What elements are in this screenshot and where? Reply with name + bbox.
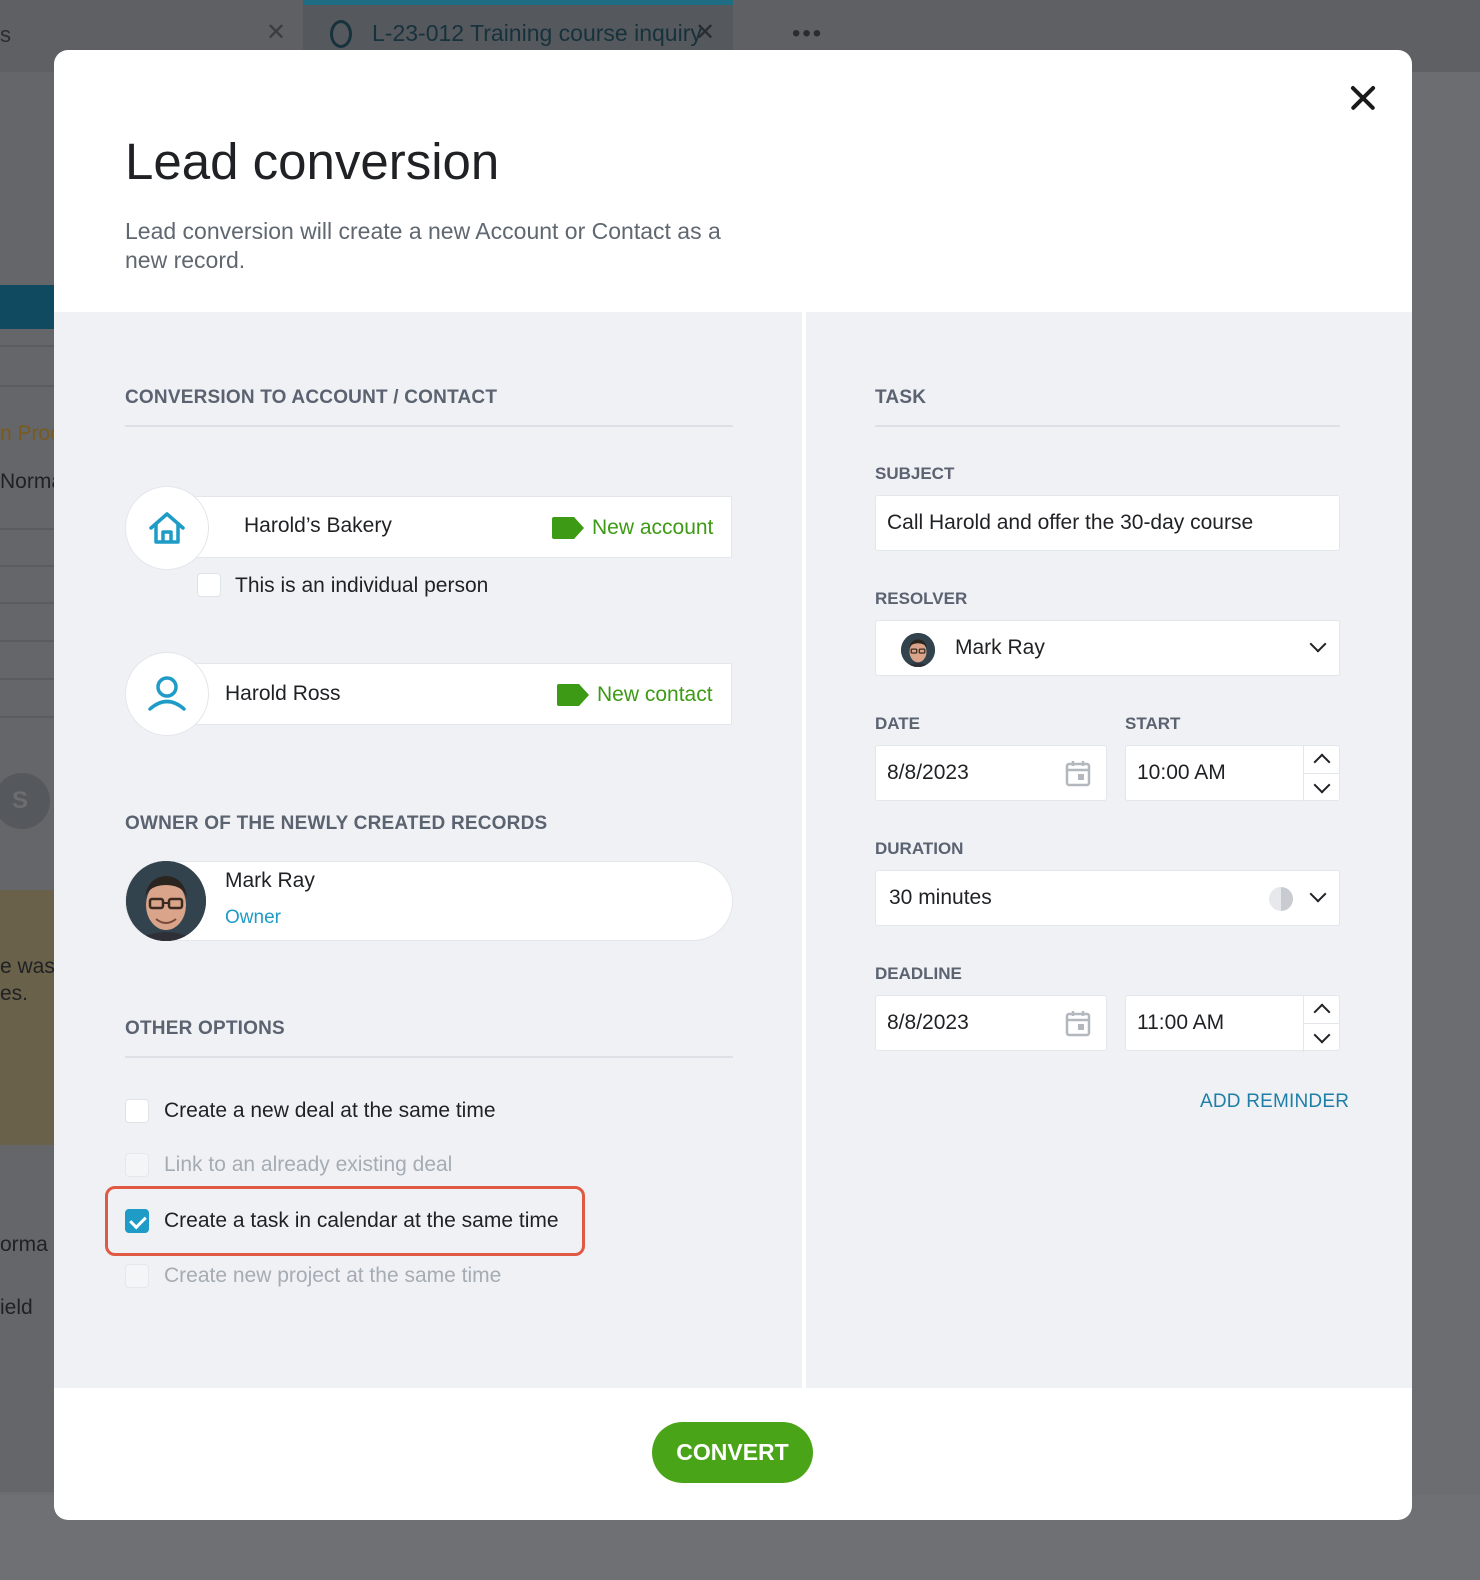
chevron-down-icon[interactable] (1313, 1026, 1331, 1044)
avatar-photo (126, 861, 206, 941)
chevron-up-icon[interactable] (1313, 753, 1331, 771)
background-note (0, 890, 56, 1145)
new-deal-label[interactable]: Create a new deal at the same time (164, 1099, 496, 1123)
new-project-label: Create new project at the same time (164, 1264, 502, 1287)
background-divider (0, 528, 56, 530)
task-section-title: TASK (875, 387, 927, 408)
chevron-down-icon (1309, 635, 1327, 653)
avatar-photo (901, 633, 935, 667)
duration-select[interactable]: 30 minutes (875, 870, 1340, 926)
home-icon (149, 512, 185, 544)
add-reminder-link[interactable]: ADD REMINDER (1200, 1091, 1349, 1113)
subject-input[interactable]: Call Harold and offer the 30-day course (875, 495, 1340, 551)
chevron-down-icon (1309, 885, 1327, 903)
resolver-avatar (901, 633, 935, 667)
date-value: 8/8/2023 (887, 761, 969, 784)
new-deal-checkbox[interactable] (125, 1099, 149, 1123)
new-project-checkbox (125, 1264, 149, 1288)
tab-close-icon[interactable]: ✕ (695, 18, 715, 47)
section-divider (125, 1056, 733, 1058)
account-name: Harold’s Bakery (244, 514, 392, 537)
deadline-time-input[interactable]: 11:00 AM (1125, 995, 1340, 1052)
create-task-label[interactable]: Create a task in calendar at the same ti… (164, 1209, 559, 1233)
existing-deal-checkbox (125, 1153, 149, 1177)
owner-avatar (126, 861, 206, 941)
background-divider (0, 565, 56, 567)
resolver-select[interactable]: Mark Ray (875, 620, 1340, 676)
individual-person-label[interactable]: This is an individual person (235, 574, 488, 598)
background-divider (0, 345, 56, 347)
resolver-value: Mark Ray (955, 636, 1045, 659)
new-account-badge: New account (592, 516, 714, 539)
start-time-value: 10:00 AM (1137, 761, 1226, 784)
background-fragment: n Proc (0, 422, 56, 445)
lead-conversion-dialog: Lead conversion Lead conversion will cre… (54, 50, 1412, 1520)
background-tab-label: L-23-012 Training course inquiry (372, 20, 702, 46)
deadline-label: DEADLINE (875, 964, 962, 983)
chevron-down-icon[interactable] (1313, 776, 1331, 794)
start-time-stepper[interactable] (1303, 746, 1340, 802)
contact-avatar (125, 652, 209, 736)
new-contact-badge: New contact (597, 683, 713, 706)
tag-icon (552, 517, 584, 539)
stepper-split (1304, 1023, 1340, 1024)
existing-deal-label: Link to an already existing deal (164, 1153, 453, 1176)
start-label: START (1125, 714, 1181, 733)
subject-value: Call Harold and offer the 30-day course (887, 511, 1254, 534)
background-fragment: orma (0, 1233, 48, 1256)
create-task-checkbox[interactable] (125, 1209, 149, 1233)
convert-button[interactable]: CONVERT (652, 1422, 813, 1483)
deadline-date-input[interactable]: 8/8/2023 (875, 995, 1107, 1051)
lead-egg-icon (330, 20, 352, 48)
owner-selector[interactable] (125, 861, 733, 941)
section-divider (125, 425, 733, 427)
owner-role: Owner (225, 907, 281, 928)
background-divider (0, 716, 56, 718)
owner-name: Mark Ray (225, 869, 315, 892)
background-blue-bar (0, 285, 56, 329)
background-divider (0, 385, 56, 387)
tag-icon (557, 684, 589, 706)
resolver-label: RESOLVER (875, 589, 968, 608)
duration-icon (1269, 887, 1293, 911)
chevron-up-icon[interactable] (1313, 1003, 1331, 1021)
deadline-time-value: 11:00 AM (1137, 1011, 1225, 1034)
calendar-icon[interactable] (1065, 1009, 1091, 1037)
background-fragment: e was (0, 955, 55, 978)
section-divider (875, 425, 1340, 427)
background-fragment: s (0, 22, 11, 47)
close-icon[interactable] (1344, 78, 1384, 118)
background-fragment: Norma (0, 470, 56, 493)
background-fragment: es. (0, 982, 29, 1005)
stepper-split (1304, 773, 1340, 774)
deadline-date-value: 8/8/2023 (887, 1011, 969, 1034)
date-label: DATE (875, 714, 921, 733)
dialog-subtitle: Lead conversion will create a new Accoun… (125, 218, 721, 273)
dialog-title: Lead conversion (125, 133, 500, 190)
account-avatar (125, 486, 209, 570)
contact-name: Harold Ross (225, 682, 341, 705)
background-fragment: ield (0, 1296, 33, 1319)
start-time-input[interactable]: 10:00 AM (1125, 745, 1340, 802)
date-input[interactable]: 8/8/2023 (875, 745, 1107, 801)
individual-person-checkbox[interactable] (197, 573, 221, 597)
owner-section-title: OWNER OF THE NEWLY CREATED RECORDS (125, 813, 548, 834)
background-divider (0, 602, 56, 604)
deadline-time-stepper[interactable] (1303, 996, 1340, 1052)
background-divider (0, 640, 56, 642)
duration-label: DURATION (875, 839, 964, 858)
duration-value: 30 minutes (889, 886, 992, 909)
subject-label: SUBJECT (875, 464, 955, 483)
background-divider (0, 678, 56, 680)
calendar-icon[interactable] (1065, 759, 1091, 787)
person-icon (148, 676, 186, 711)
prev-tab-close-icon[interactable]: ✕ (266, 18, 286, 47)
other-options-section-title: OTHER OPTIONS (125, 1018, 285, 1039)
more-tabs-icon[interactable]: ••• (792, 20, 823, 48)
conversion-section-title: CONVERSION TO ACCOUNT / CONTACT (125, 387, 498, 408)
